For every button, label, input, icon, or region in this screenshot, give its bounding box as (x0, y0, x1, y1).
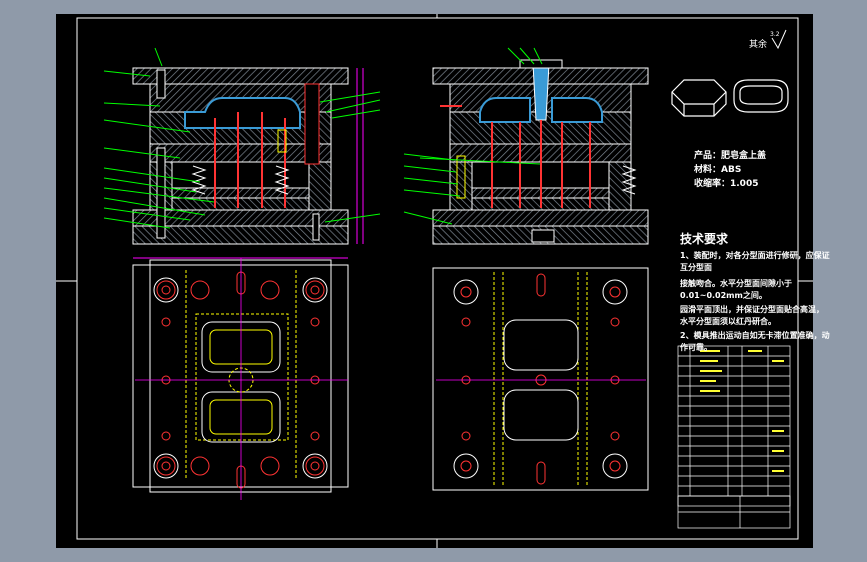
tech-line-4: 0.01~0.02mm之间。 (680, 291, 767, 300)
shrinkage: 收缩率：1.005 (694, 179, 759, 189)
tech-line-5: 园滑平面顶出，并保证分型面贴合高温， (680, 305, 824, 314)
tech-line-1: 1、装配时，对各分型面进行修研，应保证 (680, 251, 830, 260)
tech-line-7: 2、模具推出运动自如无卡滞位置准确，动 (680, 331, 830, 340)
tech-line-2: 互分型面 (680, 263, 712, 272)
svg-text:3.2: 3.2 (770, 31, 780, 38)
product-name: 产品：肥皂盒上盖 (694, 151, 767, 161)
surface-finish-note: 其余 (749, 40, 768, 50)
tech-requirements-heading: 技术要求 (680, 232, 729, 246)
tech-line-3: 接触吻合。水平分型面间隙小于 (680, 279, 792, 288)
tech-line-6: 水平分型面须以红丹研合。 (680, 317, 776, 326)
material: 材料：ABS (694, 165, 742, 175)
tech-line-8: 作可靠。 (680, 343, 712, 352)
